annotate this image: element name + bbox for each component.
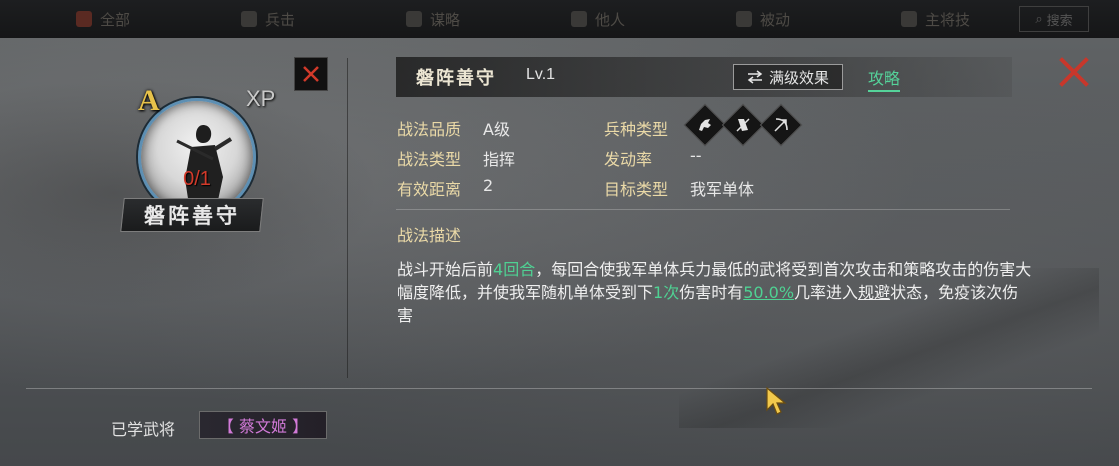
- attr-key: 兵种类型: [604, 120, 669, 139]
- skill-level: Lv.1: [526, 66, 556, 83]
- tab-attack[interactable]: 兵击: [235, 0, 400, 38]
- attr-troop: 兵种类型: [604, 116, 668, 140]
- desc-text: 伤害时有: [679, 283, 744, 302]
- skill-name-plate: 磐阵善守: [120, 198, 264, 232]
- tab-icon: [406, 11, 422, 27]
- tab-label: 主将技: [925, 10, 971, 29]
- tab-icon: [76, 11, 92, 27]
- attr-value: --: [690, 146, 702, 165]
- skill-name-plate-label: 磐阵善守: [144, 204, 240, 228]
- tab-strategy[interactable]: 谋略: [400, 0, 565, 38]
- attr-target: 目标类型 我军单体: [604, 176, 754, 200]
- troop-icons: [683, 103, 803, 147]
- xp-label: XP: [246, 86, 276, 111]
- guide-link[interactable]: 攻略: [868, 65, 901, 92]
- tab-label: 全部: [100, 10, 131, 29]
- top-tab-bar: 全部 兵击 谋略 他人 被动 主将技 ⌕ 搜索: [0, 0, 1119, 38]
- tab-label: 谋略: [430, 10, 461, 29]
- desc-text: 几率进入: [794, 283, 859, 302]
- tab-label: 被动: [760, 10, 791, 29]
- bow-icon: [759, 103, 803, 147]
- mouse-cursor-icon: [766, 386, 787, 415]
- search-icon: ⌕: [1035, 11, 1043, 27]
- divider: [347, 58, 348, 378]
- attr-value: 我军单体: [690, 180, 755, 199]
- skill-title: 磐阵善守: [416, 68, 496, 89]
- tab-icon: [241, 11, 257, 27]
- tab-other[interactable]: 他人: [565, 0, 730, 38]
- max-effect-button[interactable]: 满级效果: [733, 64, 843, 90]
- desc-text: 战斗开始后前: [397, 260, 494, 279]
- attr-quality: 战法品质 A级: [397, 116, 510, 140]
- swap-icon: [747, 70, 763, 84]
- max-effect-label: 满级效果: [768, 68, 829, 87]
- shield-icon: [721, 103, 765, 147]
- tab-icon: [736, 11, 752, 27]
- skill-detail-panel: A XP 0/1 磐阵善守 磐阵善守 Lv.1 满级效果 攻略 战法品质 A级 …: [0, 38, 1119, 466]
- attr-range: 有效距离 2: [397, 176, 493, 200]
- attr-value: A级: [483, 120, 510, 139]
- tab-label: 他人: [595, 10, 626, 29]
- tab-icon: [901, 11, 917, 27]
- tab-icon: [571, 11, 587, 27]
- attr-key: 有效距离: [397, 180, 462, 199]
- attr-value: 指挥: [483, 150, 516, 169]
- divider: [396, 209, 1010, 210]
- attr-type: 战法类型 指挥: [397, 146, 515, 170]
- learned-general-tag[interactable]: 【 蔡文姬 】: [199, 411, 327, 439]
- attr-key: 目标类型: [604, 180, 669, 199]
- attr-key: 发动率: [604, 150, 653, 169]
- skill-description: 战斗开始后前4回合，每回合使我军单体兵力最低的武将受到首次攻击和策略攻击的伤害大…: [397, 258, 1033, 327]
- desc-keyword-link[interactable]: 规避: [858, 283, 890, 302]
- attr-value: 2: [483, 176, 494, 195]
- cavalry-icon: [683, 103, 727, 147]
- skill-count: 0/1: [183, 168, 211, 190]
- tab-all[interactable]: 全部: [70, 0, 235, 38]
- desc-highlight: 1次: [653, 283, 680, 302]
- attr-key: 战法类型: [397, 150, 462, 169]
- search-button[interactable]: ⌕ 搜索: [1019, 6, 1089, 32]
- skill-grade: A: [138, 84, 160, 117]
- portrait-close-button[interactable]: [294, 57, 328, 91]
- attr-trigger: 发动率 --: [604, 146, 702, 170]
- search-label: 搜索: [1046, 13, 1073, 29]
- attr-key: 战法品质: [397, 120, 462, 139]
- tab-label: 兵击: [265, 10, 296, 29]
- warrior-figure-icon: [176, 125, 233, 205]
- close-button[interactable]: [1058, 56, 1090, 88]
- divider: [26, 388, 1092, 389]
- learned-generals-label: 已学武将: [111, 420, 176, 439]
- close-icon: [303, 66, 319, 82]
- description-title: 战法描述: [397, 226, 462, 245]
- close-icon: [1059, 57, 1089, 87]
- desc-highlight-link[interactable]: 50.0%: [743, 283, 794, 302]
- desc-highlight: 4回合: [493, 260, 536, 279]
- tab-passive[interactable]: 被动: [730, 0, 895, 38]
